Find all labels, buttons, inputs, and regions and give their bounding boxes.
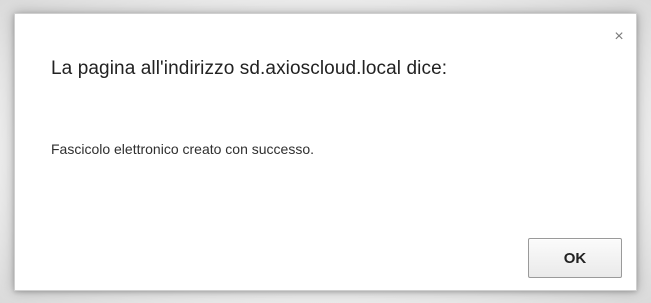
dialog-message: Fascicolo elettronico creato con success… [51, 141, 315, 157]
ok-button[interactable]: OK [528, 238, 622, 278]
close-icon[interactable]: × [611, 29, 627, 45]
dialog-title: La pagina all'indirizzo sd.axioscloud.lo… [51, 58, 448, 79]
alert-dialog: × La pagina all'indirizzo sd.axioscloud.… [14, 13, 637, 291]
